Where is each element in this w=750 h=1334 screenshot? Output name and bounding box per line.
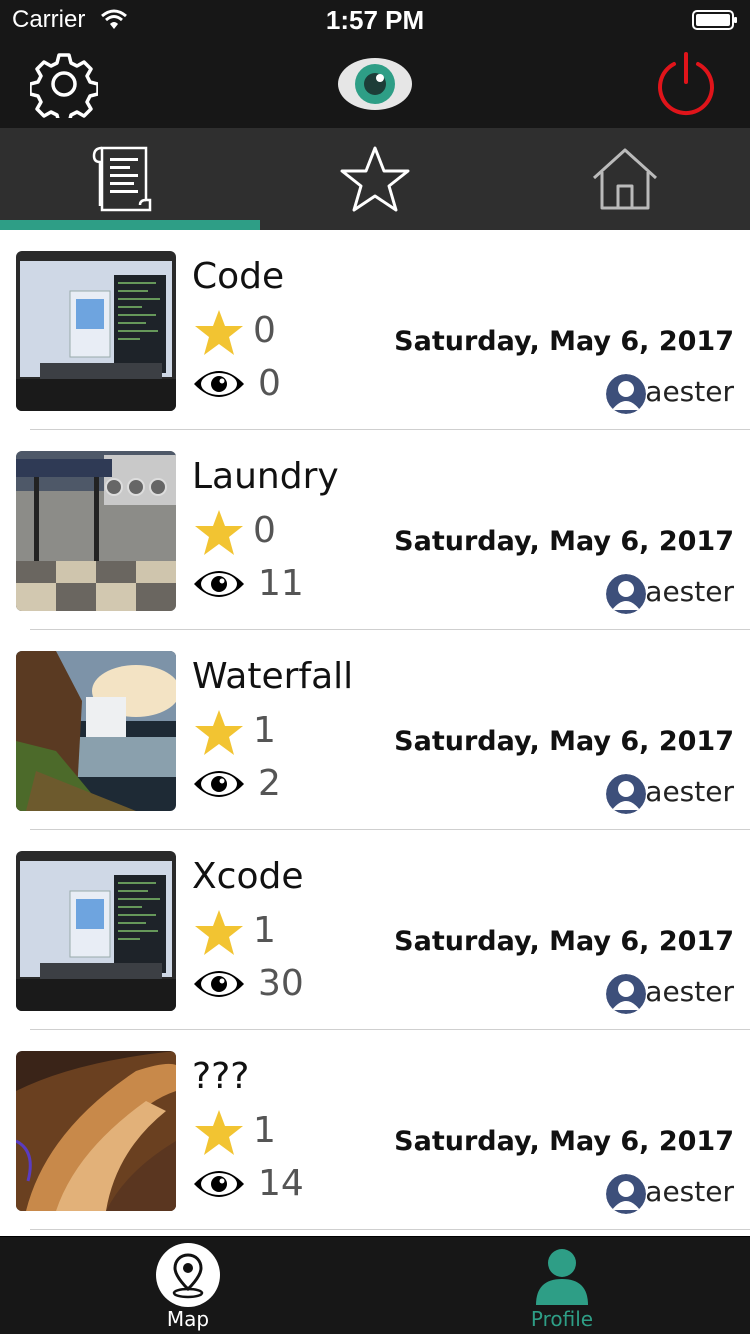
avatar [606, 374, 646, 414]
eye-icon [194, 371, 244, 397]
star-icon [195, 710, 243, 755]
list-item[interactable]: Xcode 1 30 Saturday, May 6, 2017 aester [0, 830, 750, 1030]
stars-count: 1 [253, 1110, 276, 1151]
avatar [606, 1174, 646, 1214]
row-divider [30, 1229, 750, 1230]
selected-tab-indicator [0, 220, 260, 230]
post-thumbnail [16, 851, 176, 1011]
eye-icon [194, 771, 244, 797]
post-thumbnail [16, 251, 176, 411]
views-count: 11 [258, 563, 304, 604]
avatar [606, 774, 646, 814]
list-item[interactable]: Laundry 0 11 Saturday, May 6, 2017 aeste… [0, 430, 750, 630]
post-author: aester [645, 975, 734, 1008]
star-icon [195, 910, 243, 955]
avatar [606, 574, 646, 614]
post-title: Xcode [192, 856, 304, 897]
eye-logo-icon [338, 58, 412, 110]
views-count: 0 [258, 363, 281, 404]
tab-favorites[interactable] [250, 128, 500, 230]
list-item[interactable]: Waterfall 1 2 Saturday, May 6, 2017 aest… [0, 630, 750, 830]
tab-posts[interactable] [0, 128, 250, 230]
gear-icon[interactable] [30, 50, 98, 118]
post-date: Saturday, May 6, 2017 [394, 726, 734, 757]
clock: 1:57 PM [325, 5, 425, 35]
post-title: Code [192, 256, 285, 297]
stars-count: 0 [253, 310, 276, 351]
map-tab-label: Map [166, 1307, 210, 1331]
profile-tab-button[interactable]: Profile [482, 1237, 642, 1334]
views-count: 14 [258, 1163, 304, 1204]
avatar [606, 974, 646, 1014]
star-icon [195, 1110, 243, 1155]
tab-home[interactable] [500, 128, 750, 230]
nav-bar [0, 40, 750, 128]
post-author: aester [645, 575, 734, 608]
eye-icon [194, 971, 244, 997]
post-author: aester [645, 375, 734, 408]
post-thumbnail [16, 451, 176, 611]
post-thumbnail [16, 1051, 176, 1211]
stars-count: 1 [253, 910, 276, 951]
status-bar: Carrier 1:57 PM [0, 0, 750, 40]
stars-count: 0 [253, 510, 276, 551]
map-pin-icon [172, 1253, 204, 1299]
post-title: ??? [192, 1056, 250, 1097]
list-item[interactable]: ??? 1 14 Saturday, May 6, 2017 aester [0, 1030, 750, 1230]
scroll-icon [92, 146, 152, 212]
post-thumbnail [16, 651, 176, 811]
views-count: 30 [258, 963, 304, 1004]
tab-bar [0, 128, 750, 230]
battery-icon [692, 10, 737, 30]
profile-tab-label: Profile [530, 1307, 594, 1331]
post-title: Laundry [192, 456, 339, 497]
eye-icon [194, 1171, 244, 1197]
post-title: Waterfall [192, 656, 354, 697]
house-icon [592, 148, 658, 210]
map-tab-button[interactable]: Map [108, 1237, 268, 1334]
star-icon [195, 510, 243, 555]
bottom-tab-bar: Map Profile [0, 1236, 750, 1334]
post-author: aester [645, 775, 734, 808]
post-date: Saturday, May 6, 2017 [394, 326, 734, 357]
views-count: 2 [258, 763, 281, 804]
profile-icon [536, 1249, 588, 1305]
eye-icon [194, 571, 244, 597]
stars-count: 1 [253, 710, 276, 751]
map-icon-circle [156, 1243, 220, 1307]
post-author: aester [645, 1175, 734, 1208]
star-outline-icon [340, 146, 410, 212]
post-date: Saturday, May 6, 2017 [394, 926, 734, 957]
post-date: Saturday, May 6, 2017 [394, 1126, 734, 1157]
post-list: Code 0 0 Saturday, May 6, 2017 aester La… [0, 230, 750, 1236]
post-date: Saturday, May 6, 2017 [394, 526, 734, 557]
list-item[interactable]: Code 0 0 Saturday, May 6, 2017 aester [0, 230, 750, 430]
star-icon [195, 310, 243, 355]
power-icon[interactable] [652, 50, 720, 118]
